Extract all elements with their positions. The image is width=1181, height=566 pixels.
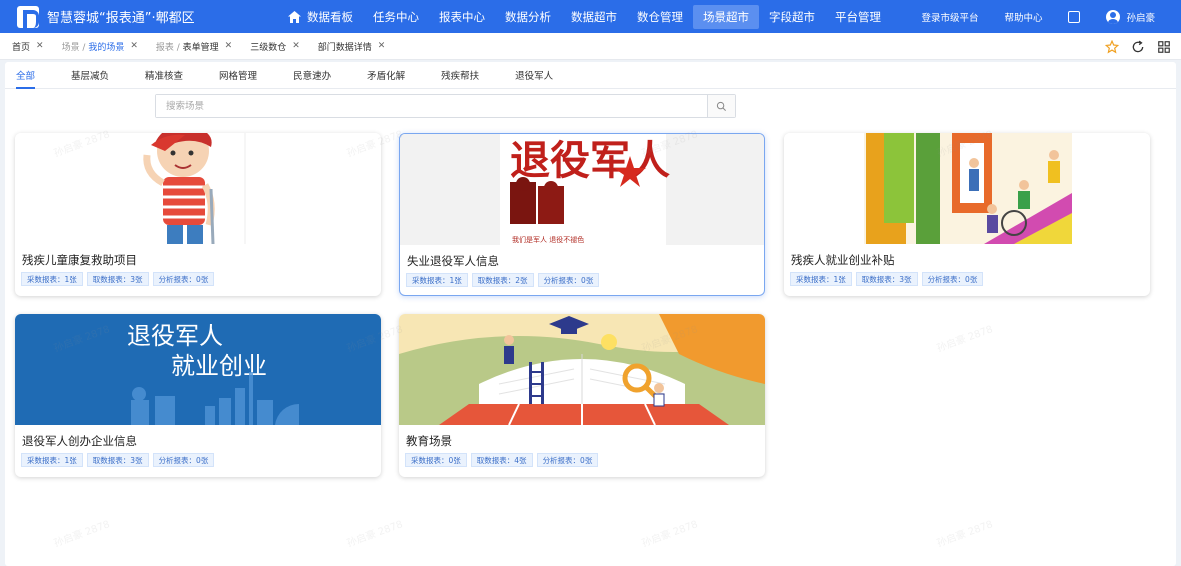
card-title: 残疾儿童康复救助项目 [22, 253, 137, 267]
home-icon [288, 10, 301, 23]
nav-item-scene-market[interactable]: 场景超市 [693, 4, 759, 29]
card-title: 失业退役军人信息 [407, 254, 499, 268]
analysis-report-badge: 分析报表：0张 [152, 272, 215, 286]
nav-item-dashboard[interactable]: 数据看板 [278, 5, 363, 29]
tab-label-text: 表单管理 [182, 42, 219, 53]
tab-label: 报表 / 表单管理 [156, 40, 219, 53]
grid-menu-icon[interactable] [1157, 40, 1171, 54]
star-icon[interactable] [1104, 39, 1120, 54]
category-disability-assist[interactable]: 残疾帮扶 [434, 62, 492, 89]
fetch-report-badge: 取数报表：3张 [86, 272, 149, 286]
nav-item-task-center[interactable]: 任务中心 [363, 5, 429, 29]
category-public-opinion[interactable]: 民意速办 [286, 62, 344, 89]
analysis-report-badge: 分析报表：0张 [152, 453, 215, 467]
close-icon[interactable]: ✕ [36, 41, 44, 51]
tab-three-level-warehouse[interactable]: 三级数仓 ✕ [238, 33, 306, 60]
top-navbar: 智慧蓉城“报表通”·郫都区 数据看板 任务中心 报表中心 数据分析 数据超市 数… [0, 0, 1181, 33]
fetch-report-badge: 取数报表：3张 [86, 453, 149, 467]
tab-label-text: 我的场景 [88, 42, 125, 53]
tab-label: 部门数据详情 [317, 42, 372, 53]
tab-my-scenes[interactable]: 场景 / 我的场景 ✕ [50, 33, 144, 60]
fullscreen-icon[interactable] [1068, 10, 1081, 23]
tab-label: 三级数仓 [250, 42, 287, 53]
nav-item-report-center[interactable]: 报表中心 [429, 5, 495, 29]
nav-item-warehouse[interactable]: 数仓管理 [627, 5, 693, 29]
card-image: 退役军人 我们是军人 退役不褪色 [400, 134, 764, 245]
card-title: 退役军人创办企业信息 [22, 434, 137, 448]
search-button[interactable] [707, 95, 735, 117]
fetch-report-badge: 取数报表：2张 [471, 273, 534, 287]
nav-item-data-market[interactable]: 数据超市 [561, 5, 627, 29]
user-menu[interactable]: 孙启豪 [1106, 9, 1155, 24]
scene-card[interactable]: 残疾儿童康复救助项目 采数报表：1张 取数报表：3张 分析报表：0张 [15, 133, 381, 296]
tab-tools [1093, 33, 1171, 60]
card-badges: 采数报表：1张 取数报表：2张 分析报表：0张 [406, 273, 603, 287]
card-title: 教育场景 [406, 434, 452, 448]
brand[interactable]: 智慧蓉城“报表通”·郫都区 [0, 5, 270, 28]
tab-home[interactable]: 首页 ✕ [0, 33, 50, 60]
close-icon[interactable]: ✕ [378, 41, 386, 51]
tab-prefix: 报表 / [155, 42, 183, 53]
search-icon [716, 101, 726, 111]
image-text: 退役军人 [510, 138, 670, 184]
tab-form-management[interactable]: 报表 / 表单管理 ✕ [144, 33, 238, 60]
analysis-report-badge: 分析报表：0张 [536, 453, 599, 467]
scene-card[interactable]: 残疾人就业创业补贴 采数报表：1张 取数报表：3张 分析报表：0张 [784, 133, 1150, 296]
avatar [1106, 9, 1121, 24]
category-tabs: 全部 基层减负 精准核查 网格管理 民意速办 矛盾化解 残疾帮扶 退役军人 [5, 62, 1176, 89]
nav-item-field-market[interactable]: 字段超市 [759, 5, 825, 29]
collect-report-badge: 采数报表：1张 [790, 272, 852, 286]
fetch-report-badge: 取数报表：3张 [855, 272, 918, 286]
tab-prefix: 场景 / [61, 42, 89, 53]
image-text-line1: 退役军人 [127, 322, 223, 350]
analysis-report-badge: 分析报表：0张 [537, 273, 600, 287]
fetch-report-badge: 取数报表：4张 [470, 453, 533, 467]
card-badges: 采数报表：1张 取数报表：3张 分析报表：0张 [790, 272, 987, 286]
collect-report-badge: 采数报表：1张 [21, 272, 83, 286]
refresh-icon[interactable] [1131, 40, 1145, 54]
scene-card[interactable]: 退役军人 我们是军人 退役不褪色 失业退役军人信息 采数报表：1张 取数报表：2… [399, 133, 765, 296]
login-city-platform-link[interactable]: 登录市级平台 [921, 10, 978, 24]
card-image [399, 314, 765, 425]
card-badges: 采数报表：1张 取数报表：3张 分析报表：0张 [21, 272, 218, 286]
main-nav: 数据看板 任务中心 报表中心 数据分析 数据超市 数仓管理 场景超市 字段超市 … [278, 0, 891, 33]
card-title: 残疾人就业创业补贴 [791, 253, 895, 267]
nav-item-label: 数据看板 [307, 9, 353, 24]
help-center-link[interactable]: 帮助中心 [1004, 10, 1042, 24]
collect-report-badge: 采数报表：1张 [406, 273, 468, 287]
card-badges: 采数报表：1张 取数报表：3张 分析报表：0张 [21, 453, 218, 467]
card-badges: 采数报表：0张 取数报表：4张 分析报表：0张 [405, 453, 602, 467]
card-image: 退役军人 就业创业 [15, 314, 381, 425]
app-title: 智慧蓉城“报表通”·郫都区 [47, 11, 195, 26]
close-icon[interactable]: ✕ [292, 41, 300, 51]
user-name: 孙启豪 [1126, 12, 1155, 24]
tab-label: 场景 / 我的场景 [62, 40, 125, 53]
category-grassroots-relief[interactable]: 基层减负 [64, 62, 122, 89]
close-icon[interactable]: ✕ [225, 41, 233, 51]
search-box [155, 94, 736, 118]
close-icon[interactable]: ✕ [130, 41, 138, 51]
collect-report-badge: 采数报表：0张 [405, 453, 467, 467]
collect-report-badge: 采数报表：1张 [21, 453, 83, 467]
analysis-report-badge: 分析报表：0张 [921, 272, 984, 286]
nav-item-platform-admin[interactable]: 平台管理 [825, 5, 891, 29]
category-conflict-resolution[interactable]: 矛盾化解 [360, 62, 418, 89]
nav-item-data-analysis[interactable]: 数据分析 [495, 5, 561, 29]
image-subtext: 我们是军人 退役不褪色 [512, 235, 584, 244]
main-panel: 全部 基层减负 精准核查 网格管理 民意速办 矛盾化解 残疾帮扶 退役军人 搜索… [5, 62, 1176, 566]
tab-label: 首页 [12, 42, 31, 53]
category-all[interactable]: 全部 [9, 62, 48, 89]
category-precise-check[interactable]: 精准核查 [138, 62, 196, 89]
app-logo-icon [17, 5, 39, 28]
category-veterans[interactable]: 退役军人 [508, 62, 566, 89]
category-grid-management[interactable]: 网格管理 [212, 62, 270, 89]
search-input[interactable] [156, 95, 707, 117]
tab-department-data-detail[interactable]: 部门数据详情 ✕ [306, 33, 392, 60]
card-image [15, 133, 381, 244]
page-tabs: 首页 ✕ 场景 / 我的场景 ✕ 报表 / 表单管理 ✕ 三级数仓 ✕ 部门数据… [0, 33, 1181, 60]
header-right: 登录市级平台 帮助中心 孙启豪 [921, 0, 1181, 33]
scene-card[interactable]: 退役军人 就业创业 退役军人创办企业信息 采数报表：1张 取数报表：3张 分析报… [15, 314, 381, 477]
scene-card[interactable]: 教育场景 采数报表：0张 取数报表：4张 分析报表：0张 [399, 314, 765, 477]
card-image [784, 133, 1150, 244]
